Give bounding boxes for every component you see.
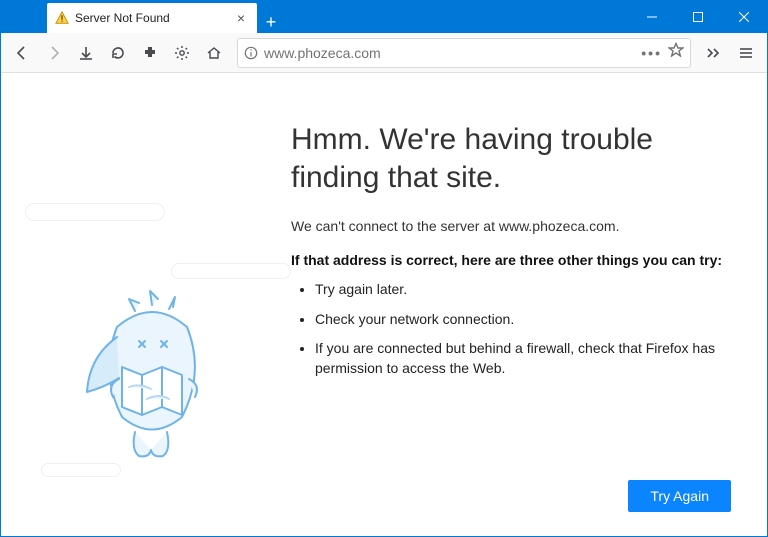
warning-icon <box>55 11 69 25</box>
close-window-button[interactable] <box>721 1 767 33</box>
site-info-icon[interactable] <box>244 46 258 60</box>
reload-button[interactable] <box>103 38 133 68</box>
app-menu-button[interactable] <box>731 38 761 68</box>
error-intro: If that address is correct, here are thr… <box>291 252 731 268</box>
page-actions-icon[interactable]: ••• <box>641 45 662 61</box>
titlebar: Server Not Found × + <box>1 1 767 33</box>
home-button[interactable] <box>199 38 229 68</box>
toolbar: ••• <box>1 33 767 73</box>
new-tab-button[interactable]: + <box>257 12 285 33</box>
error-page: Hmm. We're having trouble finding that s… <box>1 73 767 536</box>
download-icon[interactable] <box>71 38 101 68</box>
url-right-icons: ••• <box>641 42 684 63</box>
error-heading: Hmm. We're having trouble finding that s… <box>291 121 731 196</box>
bookmark-star-icon[interactable] <box>668 42 684 63</box>
cloud-decoration <box>41 463 121 477</box>
try-again-button[interactable]: Try Again <box>628 480 731 512</box>
cloud-decoration <box>171 263 291 279</box>
tab-title: Server Not Found <box>75 11 170 25</box>
overflow-chevrons-icon[interactable] <box>699 38 729 68</box>
list-item: Try again later. <box>315 280 731 300</box>
tab-active[interactable]: Server Not Found × <box>47 3 257 33</box>
back-button[interactable] <box>7 38 37 68</box>
minimize-button[interactable] <box>629 1 675 33</box>
address-bar[interactable]: ••• <box>237 38 691 68</box>
cloud-decoration <box>25 203 165 221</box>
error-tips-list: Try again later. Check your network conn… <box>291 280 731 378</box>
list-item: Check your network connection. <box>315 310 731 330</box>
tab-close-icon[interactable]: × <box>233 10 249 26</box>
window-controls <box>629 1 767 33</box>
addons-icon[interactable] <box>135 38 165 68</box>
forward-button[interactable] <box>39 38 69 68</box>
url-input[interactable] <box>264 45 635 61</box>
tabstrip: Server Not Found × + <box>1 1 629 33</box>
browser-window: Server Not Found × + ••• <box>0 0 768 537</box>
error-subtext: We can't connect to the server at www.ph… <box>291 218 731 234</box>
list-item: If you are connected but behind a firewa… <box>315 339 731 378</box>
settings-gear-icon[interactable] <box>167 38 197 68</box>
maximize-button[interactable] <box>675 1 721 33</box>
error-text-column: Hmm. We're having trouble finding that s… <box>291 121 731 512</box>
